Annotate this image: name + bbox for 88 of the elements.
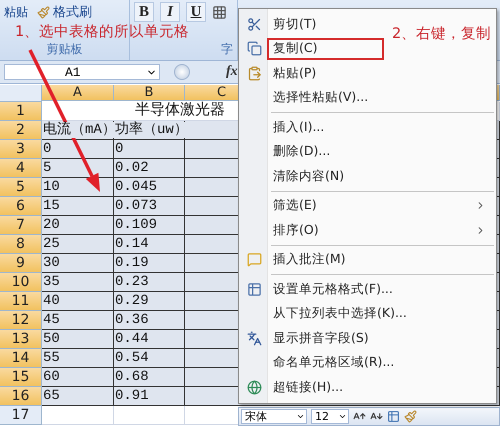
globe-icon xyxy=(246,380,262,395)
table-cell: 20 xyxy=(42,216,114,235)
table-cell: 35 xyxy=(42,273,114,292)
menu-item[interactable]: 粘贴(P) xyxy=(271,62,324,84)
bold-button[interactable]: B xyxy=(134,2,154,22)
menu-item[interactable]: 超链接(H)... xyxy=(271,376,352,398)
table-cell: 0.23 xyxy=(114,273,185,292)
brush-icon[interactable] xyxy=(404,410,417,423)
borders-icon[interactable] xyxy=(212,4,227,20)
row-header[interactable]: 4 xyxy=(0,159,42,178)
copy-icon xyxy=(246,41,262,56)
table-cell: 0.68 xyxy=(114,368,185,387)
format-painter-button[interactable]: 格式刷 xyxy=(34,2,95,22)
row-header[interactable]: 12 xyxy=(0,311,42,330)
table-cell: 0.44 xyxy=(114,330,185,349)
row-header[interactable]: 14 xyxy=(0,349,42,368)
menu-item[interactable]: 从下拉列表中选择(K)... xyxy=(271,302,415,325)
table-cell: 电流（mA） xyxy=(42,121,114,140)
cut-icon xyxy=(246,16,262,32)
menu-item[interactable]: 清除内容(N) xyxy=(271,165,352,188)
table-cell: 0.109 xyxy=(114,216,185,235)
table-cell: 0.073 xyxy=(114,197,185,216)
annotation: 2、右键，复制 xyxy=(392,25,492,43)
table-cell: 0.36 xyxy=(114,311,185,330)
caret-icon xyxy=(296,412,305,421)
table-cell: 50 xyxy=(42,330,114,349)
row-header[interactable]: 3 xyxy=(0,140,42,159)
table-icon xyxy=(246,282,262,297)
italic-button[interactable]: I xyxy=(160,2,180,22)
menu-item[interactable]: 筛选(E) xyxy=(271,194,494,217)
caret-icon xyxy=(338,412,347,421)
menu-item[interactable]: 剪切(T) xyxy=(271,13,324,36)
table-cell: 45 xyxy=(42,311,114,330)
row-header[interactable]: 13 xyxy=(0,330,42,349)
table-cell: 60 xyxy=(42,368,114,387)
row-header[interactable]: 5 xyxy=(0,178,42,197)
row-header[interactable]: 1 xyxy=(0,102,42,121)
font-size-dropdown[interactable]: 12 xyxy=(311,409,349,424)
table-cell: 65 xyxy=(42,387,114,406)
table-cell: 功率（uw） xyxy=(114,121,185,140)
menu-item[interactable]: 显示拼音字段(S) xyxy=(271,327,377,350)
font-dropdown[interactable]: 宋体 xyxy=(241,409,307,424)
table-cell: 0.14 xyxy=(114,235,185,254)
table-cell: 55 xyxy=(42,349,114,368)
row-header[interactable]: 17 xyxy=(0,406,42,425)
comment-icon xyxy=(246,252,262,268)
table-cell: 0.19 xyxy=(114,254,185,273)
row-header[interactable]: 11 xyxy=(0,292,42,311)
paste-icon xyxy=(246,66,262,81)
menu-item[interactable]: 删除(D)... xyxy=(271,140,338,163)
menu-item[interactable]: 插入批注(M) xyxy=(271,248,354,271)
row-header[interactable]: 6 xyxy=(0,197,42,216)
column-header[interactable]: A xyxy=(42,85,114,101)
table-cell: 0.02 xyxy=(114,159,185,178)
menu-item[interactable]: 命名单元格区域(R)... xyxy=(271,352,402,374)
table-cell: 0 xyxy=(42,140,114,159)
group-label: 剪贴板 xyxy=(46,41,82,58)
table-cell: 0 xyxy=(114,140,185,159)
table-cell: 0.91 xyxy=(114,387,185,406)
table-cell: 25 xyxy=(42,235,114,254)
annotation: 1、选中表格的所以单元格 xyxy=(15,23,190,41)
table-icon[interactable] xyxy=(387,410,400,423)
table-cell: 30 xyxy=(42,254,114,273)
table-cell: 0.045 xyxy=(114,178,185,197)
menu-item[interactable]: 排序(O) xyxy=(271,219,494,242)
table-cell: 0.54 xyxy=(114,349,185,368)
menu-item[interactable]: 设置单元格格式(F)... xyxy=(271,278,401,300)
name-box[interactable]: A1 xyxy=(4,64,160,80)
insert-function-button[interactable]: fx xyxy=(226,64,238,80)
group-label: 字 xyxy=(221,41,233,58)
row-header[interactable]: 15 xyxy=(0,368,42,387)
translate-icon xyxy=(246,330,262,346)
column-header[interactable]: B xyxy=(114,85,185,101)
table-cell: 10 xyxy=(42,178,114,197)
table-cell: 5 xyxy=(42,159,114,178)
row-header[interactable]: 10 xyxy=(0,273,42,292)
brush-icon xyxy=(37,6,50,18)
menu-item[interactable]: 复制(C) xyxy=(269,40,326,58)
table-cell: 15 xyxy=(42,197,114,216)
table-cell: 40 xyxy=(42,292,114,311)
paste-button[interactable]: 粘贴 xyxy=(4,4,28,20)
row-header[interactable]: 2 xyxy=(0,121,42,140)
underline-button[interactable]: U xyxy=(186,2,206,22)
row-header[interactable]: 9 xyxy=(0,254,42,273)
table-cell: 0.29 xyxy=(114,292,185,311)
row-header[interactable]: 8 xyxy=(0,235,42,254)
row-header[interactable]: 7 xyxy=(0,216,42,235)
row-header[interactable]: 16 xyxy=(0,387,42,406)
